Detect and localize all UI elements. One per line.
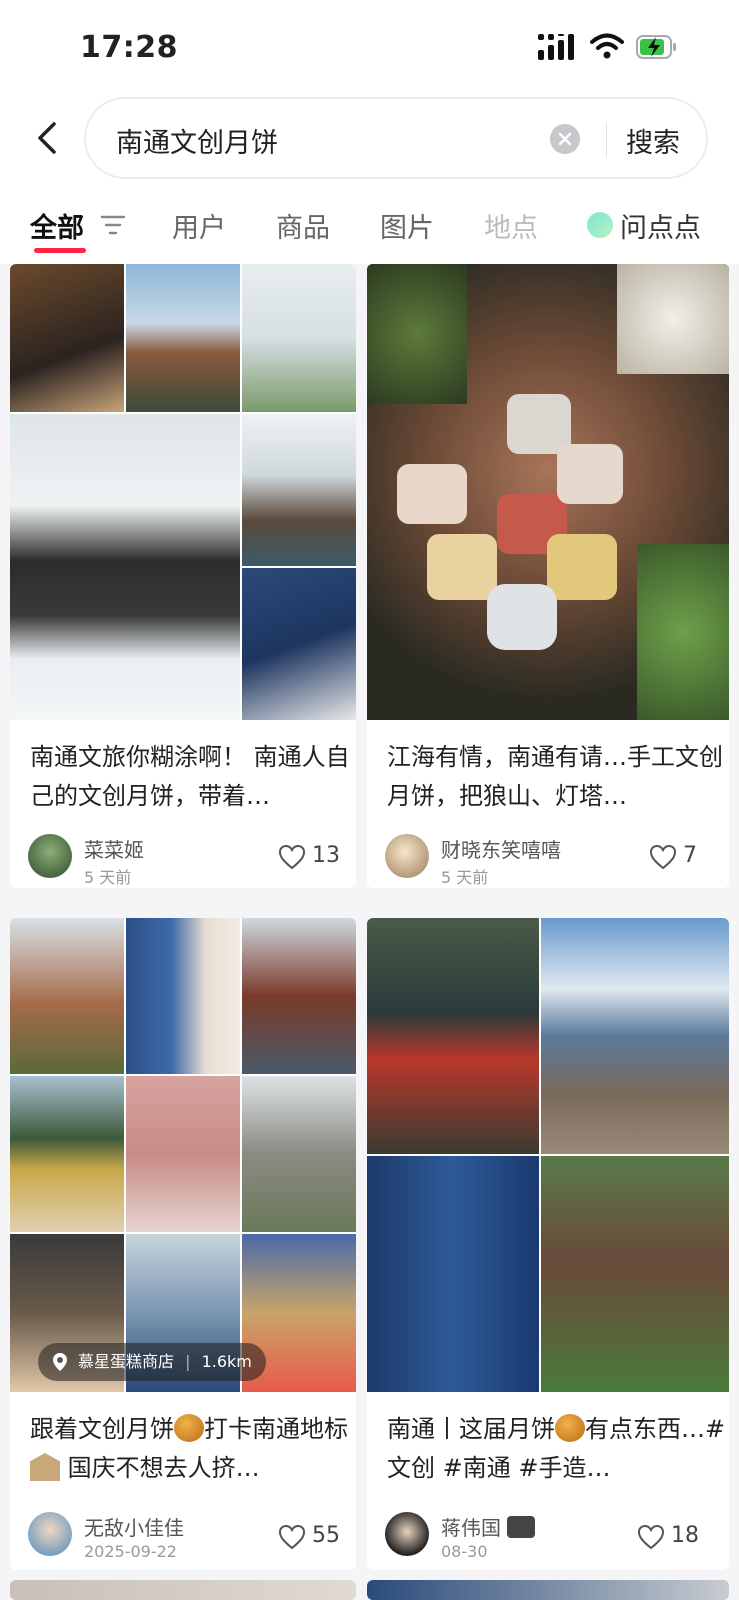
author-avatar[interactable]: [28, 1512, 72, 1556]
post-time: 2025-09-22: [84, 1542, 177, 1561]
author-name[interactable]: 蒋伟国: [441, 1512, 536, 1541]
classical-building-emoji: [30, 1453, 60, 1481]
clear-search-icon[interactable]: [550, 124, 580, 154]
search-header: 南通文创月饼 搜索: [0, 90, 739, 186]
author-name[interactable]: 无敌小佳佳: [84, 1512, 184, 1541]
like-count: 13: [312, 843, 340, 868]
note-card-partial[interactable]: [367, 1580, 729, 1600]
like-icon[interactable]: [637, 1524, 665, 1550]
mooncake-emoji: [555, 1414, 585, 1442]
cellular-signal-icon: [538, 34, 574, 60]
active-tab-indicator: [34, 248, 86, 253]
post-time: 08-30: [441, 1542, 488, 1561]
tab-all[interactable]: 全部: [30, 206, 84, 245]
tab-products[interactable]: 商品: [276, 206, 330, 245]
location-name: 慕星蛋糕商店: [78, 1352, 175, 1371]
status-time: 17:28: [80, 30, 178, 65]
tab-ask[interactable]: 问点点: [620, 206, 701, 245]
note-cover-image[interactable]: [367, 264, 729, 720]
location-tag[interactable]: 慕星蛋糕商店 | 1.6km: [38, 1343, 266, 1381]
like-count: 18: [671, 1523, 699, 1548]
result-tabs: 全部 用户 商品 图片 地点 问点点: [0, 186, 739, 264]
note-title[interactable]: 江海有情，南通有请…手工文创月饼，把狼山、灯塔…: [387, 738, 727, 816]
post-time: 5 天前: [441, 868, 489, 887]
tab-images[interactable]: 图片: [380, 206, 434, 245]
like-count: 55: [312, 1523, 340, 1548]
post-time: 5 天前: [84, 868, 132, 887]
note-card[interactable]: 南通文旅你糊涂啊！ 南通人自己的文创月饼，带着… 菜菜姬 5 天前 13: [10, 264, 356, 888]
filter-icon[interactable]: [100, 214, 126, 236]
search-query-text[interactable]: 南通文创月饼: [116, 121, 278, 160]
note-title[interactable]: 南通丨这届月饼 有点东西…#文创 #南通 #手造…: [387, 1410, 727, 1488]
author-avatar[interactable]: [385, 1512, 429, 1556]
tab-places[interactable]: 地点: [484, 206, 538, 245]
like-icon[interactable]: [649, 844, 677, 870]
camera-emoji: [507, 1516, 536, 1538]
back-arrow-icon[interactable]: [28, 118, 68, 158]
search-button[interactable]: 搜索: [626, 121, 680, 160]
note-title[interactable]: 跟着文创月饼 打卡南通地标 国庆不想去人挤…: [30, 1410, 350, 1488]
note-cover-image[interactable]: [367, 918, 729, 1392]
like-icon[interactable]: [278, 844, 306, 870]
note-card[interactable]: 慕星蛋糕商店 | 1.6km 跟着文创月饼 打卡南通地标 国庆不想去人挤… 无敌小…: [10, 918, 356, 1570]
note-cover-image[interactable]: [10, 918, 356, 1392]
search-input[interactable]: 南通文创月饼 搜索: [84, 97, 708, 179]
note-cover-image[interactable]: [10, 264, 356, 720]
author-name[interactable]: 财晓东笑嘻嘻: [441, 834, 561, 863]
note-title[interactable]: 南通文旅你糊涂啊！ 南通人自己的文创月饼，带着…: [30, 738, 356, 816]
search-divider: [606, 123, 607, 157]
author-name[interactable]: 菜菜姬: [84, 834, 144, 863]
status-bar: 17:28: [0, 0, 739, 90]
like-count: 7: [683, 843, 697, 868]
wifi-icon: [590, 33, 624, 59]
location-pin-icon: [53, 1353, 67, 1371]
author-avatar[interactable]: [28, 834, 72, 878]
note-card-partial[interactable]: [10, 1580, 356, 1600]
tab-users[interactable]: 用户: [172, 206, 226, 245]
note-card[interactable]: 南通丨这届月饼 有点东西…#文创 #南通 #手造… 蒋伟国 08-30 18: [367, 918, 729, 1570]
author-avatar[interactable]: [385, 834, 429, 878]
note-card[interactable]: 江海有情，南通有请…手工文创月饼，把狼山、灯塔… 财晓东笑嘻嘻 5 天前 7: [367, 264, 729, 888]
like-icon[interactable]: [278, 1524, 306, 1550]
ask-assistant-icon: [587, 212, 613, 238]
location-distance: 1.6km: [201, 1352, 252, 1371]
mooncake-emoji: [174, 1414, 204, 1442]
battery-charging-icon: [636, 35, 676, 59]
